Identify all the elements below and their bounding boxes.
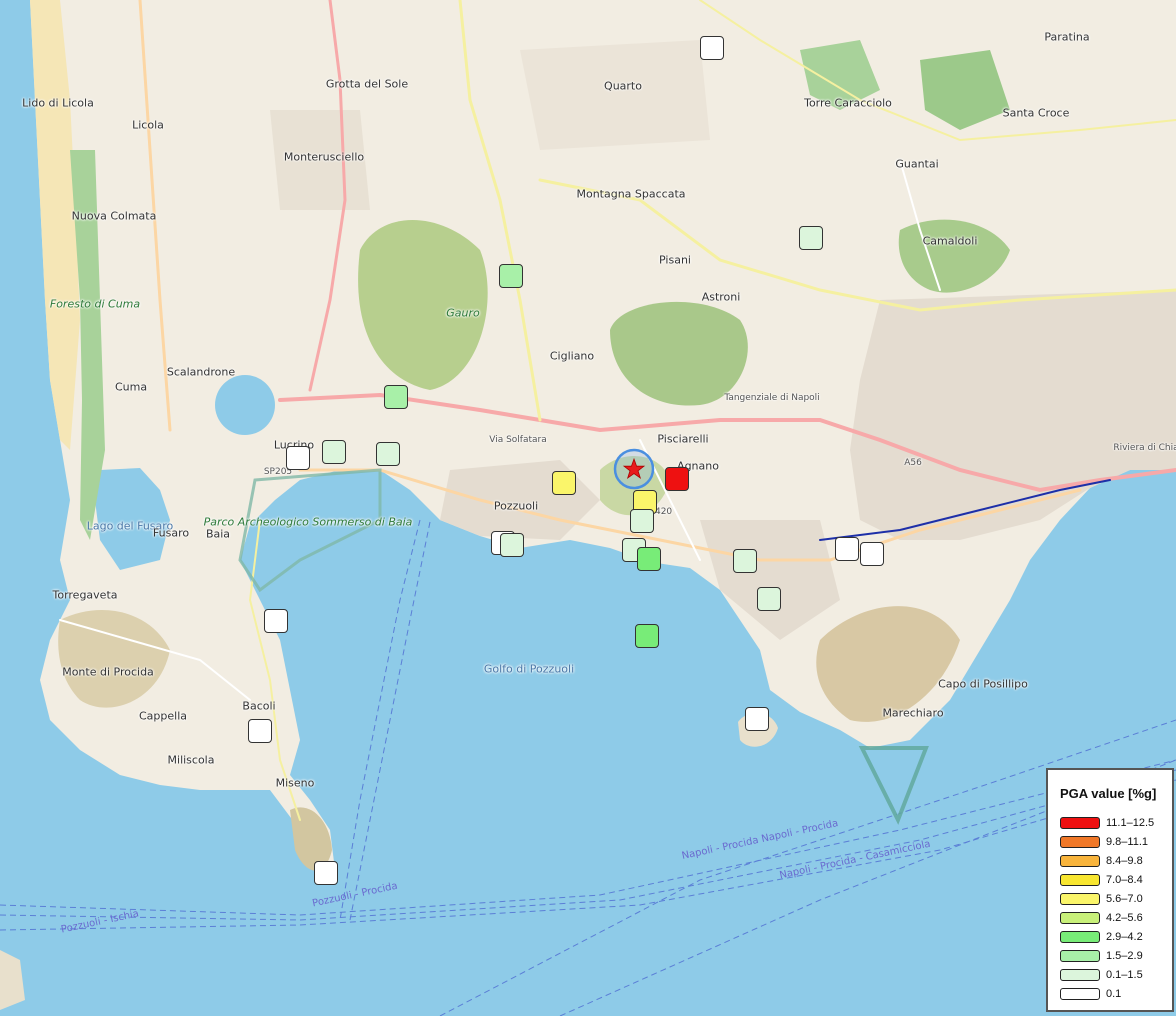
place-label: Fusaro <box>152 526 190 540</box>
place-label: Torre Caracciolo <box>804 96 892 110</box>
place-label: Golfo di Pozzuoli <box>483 662 575 676</box>
place-label: Scalandrone <box>166 365 236 379</box>
legend-row: 9.8–11.1 <box>1060 832 1164 851</box>
legend-row: 2.9–4.2 <box>1060 927 1164 946</box>
legend-swatch <box>1060 892 1100 905</box>
place-label: Cigliano <box>549 349 595 363</box>
legend-row: 5.6–7.0 <box>1060 889 1164 908</box>
place-label: Torregaveta <box>52 588 118 602</box>
legend-row: 4.2–5.6 <box>1060 908 1164 927</box>
station-marker[interactable] <box>700 36 724 60</box>
place-label: Monte di Procida <box>62 665 154 679</box>
station-marker[interactable] <box>376 442 400 466</box>
legend-label: 4.2–5.6 <box>1106 911 1143 924</box>
legend-label: 7.0–8.4 <box>1106 873 1143 886</box>
place-label: A56 <box>904 458 922 468</box>
place-label: Astroni <box>701 290 741 304</box>
legend-label: 11.1–12.5 <box>1106 816 1155 829</box>
pga-legend: PGA value [%g] 11.1–12.5 9.8–11.1 8.4–9.8 7… <box>1046 768 1174 1012</box>
lake-averno <box>215 375 275 435</box>
place-label: Pisani <box>659 253 691 267</box>
place-label: Via Solfatara <box>489 435 547 445</box>
basemap[interactable] <box>0 0 1176 1016</box>
legend-swatch <box>1060 987 1100 1000</box>
legend-row: 7.0–8.4 <box>1060 870 1164 889</box>
place-label: Riviera di Chiaia <box>1113 443 1176 453</box>
legend-label: 9.8–11.1 <box>1106 835 1149 848</box>
epicenter-marker[interactable] <box>612 447 656 495</box>
place-label: Cappella <box>138 709 188 723</box>
legend-swatch <box>1060 949 1100 962</box>
place-label: Montagna Spaccata <box>576 187 686 201</box>
station-marker[interactable] <box>637 547 661 571</box>
place-label: Foresto di Cuma <box>49 297 141 311</box>
place-label: Lido di Licola <box>22 96 94 110</box>
place-label: Capo di Posillipo <box>938 677 1028 691</box>
station-marker[interactable] <box>665 467 689 491</box>
station-marker[interactable] <box>799 226 823 250</box>
legend-label: 8.4–9.8 <box>1106 854 1143 867</box>
place-label: Licola <box>132 118 164 132</box>
legend-label: 5.6–7.0 <box>1106 892 1143 905</box>
station-marker[interactable] <box>286 446 310 470</box>
place-label: Cuma <box>114 380 148 394</box>
legend-row: 11.1–12.5 <box>1060 813 1164 832</box>
station-marker[interactable] <box>860 542 884 566</box>
station-marker[interactable] <box>745 707 769 731</box>
place-label: Camaldoli <box>922 234 978 248</box>
place-label: Nuova Colmata <box>71 209 157 223</box>
station-marker[interactable] <box>384 385 408 409</box>
place-label: Marechiaro <box>882 706 944 720</box>
legend-row: 8.4–9.8 <box>1060 851 1164 870</box>
place-label: Guantai <box>895 157 939 171</box>
place-label: Tangenziale di Napoli <box>724 393 820 403</box>
legend-row: 0.1 <box>1060 984 1164 1003</box>
place-label: Miliscola <box>167 753 215 767</box>
station-marker[interactable] <box>322 440 346 464</box>
legend-swatch <box>1060 911 1100 924</box>
legend-row: 0.1–1.5 <box>1060 965 1164 984</box>
legend-swatch <box>1060 930 1100 943</box>
station-marker[interactable] <box>757 587 781 611</box>
place-label: Pozzuoli <box>493 499 539 513</box>
place-label: Grotta del Sole <box>325 77 409 91</box>
place-label: Gauro <box>446 306 480 320</box>
station-marker[interactable] <box>630 509 654 533</box>
legend-title: PGA value [%g] <box>1060 786 1157 801</box>
place-label: Baia <box>205 527 231 541</box>
red-star-icon <box>613 448 655 490</box>
station-marker[interactable] <box>314 861 338 885</box>
legend-label: 1.5–2.9 <box>1106 949 1143 962</box>
place-label: Santa Croce <box>1002 106 1070 120</box>
place-label: Monterusciello <box>283 150 365 164</box>
legend-swatch <box>1060 968 1100 981</box>
place-label: Quarto <box>604 79 642 93</box>
place-label: Pisciarelli <box>657 432 709 446</box>
station-marker[interactable] <box>500 533 524 557</box>
legend-swatch <box>1060 835 1100 848</box>
legend-label: 0.1–1.5 <box>1106 968 1143 981</box>
legend-swatch <box>1060 816 1100 829</box>
place-label: Miseno <box>275 776 315 790</box>
place-label: Bacoli <box>242 699 276 713</box>
station-marker[interactable] <box>835 537 859 561</box>
station-marker[interactable] <box>552 471 576 495</box>
legend-row: 1.5–2.9 <box>1060 946 1164 965</box>
place-label: Paratina <box>1044 30 1090 44</box>
station-marker[interactable] <box>248 719 272 743</box>
legend-label: 2.9–4.2 <box>1106 930 1143 943</box>
legend-swatch <box>1060 873 1100 886</box>
station-marker[interactable] <box>264 609 288 633</box>
station-marker[interactable] <box>635 624 659 648</box>
place-label: Parco Archeologico Sommerso di Baia <box>203 515 413 529</box>
urban-quarto <box>520 40 710 150</box>
station-marker[interactable] <box>499 264 523 288</box>
legend-swatch <box>1060 854 1100 867</box>
legend-label: 0.1 <box>1106 987 1122 1000</box>
legend-items: 11.1–12.5 9.8–11.1 8.4–9.8 7.0–8.4 5.6–7.0 4.… <box>1060 813 1164 1003</box>
station-marker[interactable] <box>733 549 757 573</box>
